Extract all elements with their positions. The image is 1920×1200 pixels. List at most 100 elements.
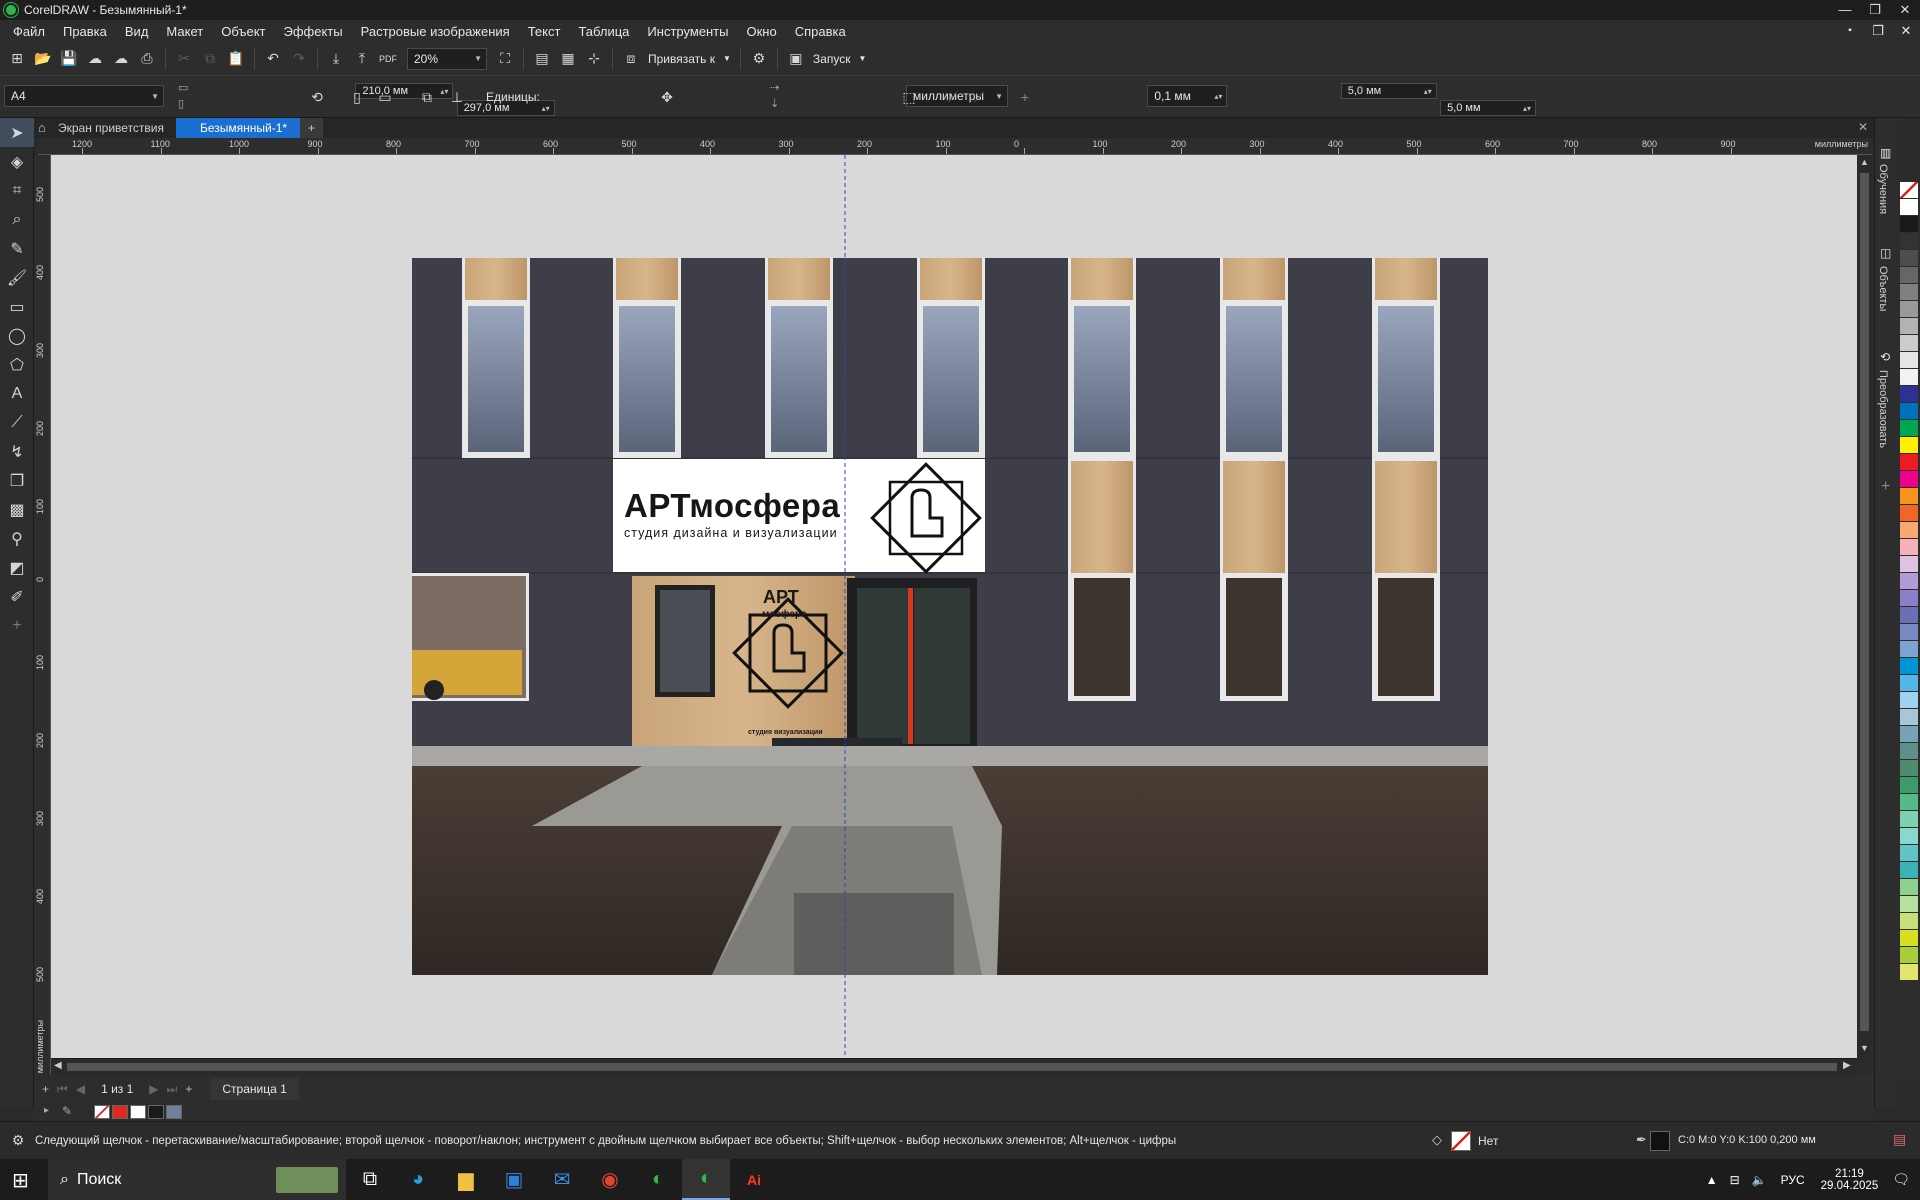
print-icon[interactable]: ⎙ [135,47,159,71]
ellipse-tool-icon[interactable]: ◯ [0,321,34,350]
transparency-tool-icon[interactable]: ▩ [0,495,34,524]
export-icon[interactable]: ⤒ [350,47,374,71]
palette-swatch[interactable] [1900,471,1918,487]
add-icon[interactable]: + [1013,85,1037,109]
menu-window[interactable]: Окно [737,24,785,39]
snap-to-dropdown[interactable]: Привязать к [644,52,719,66]
add-tool-icon[interactable]: + [0,611,34,640]
menu-tools[interactable]: Инструменты [638,24,737,39]
palette-swatch[interactable] [1900,794,1918,810]
palette-swatch[interactable] [1900,964,1918,980]
next-page-icon[interactable]: ▶ [145,1082,162,1096]
palette-swatch-none[interactable] [1900,182,1918,198]
palette-swatch[interactable] [1900,590,1918,606]
duplicate-y-input[interactable]: 5,0 мм ▴▾ [1440,100,1537,116]
add-docker-icon[interactable]: + [1881,478,1890,496]
palette-swatch[interactable] [1900,760,1918,776]
mail-icon[interactable]: ✉ [538,1159,586,1200]
palette-swatch[interactable] [1900,420,1918,436]
palette-swatch[interactable] [1900,437,1918,453]
rectangle-tool-icon[interactable]: ▭ [0,292,34,321]
page-tab-1[interactable]: Страница 1 [210,1078,299,1100]
menu-help[interactable]: Справка [786,24,855,39]
palette-swatch[interactable] [1900,930,1918,946]
vertical-scrollbar[interactable]: ▲ ▼ [1857,155,1872,1058]
taskbar-search[interactable]: ⌕ Поиск [48,1159,346,1200]
transform-docker-icon[interactable]: ⟲ [1880,350,1890,364]
coreldraw-active-taskbar-icon[interactable]: ◐ [682,1159,730,1200]
palette-swatch[interactable] [1900,573,1918,589]
undo-icon[interactable]: ↶ [261,47,285,71]
last-page-icon[interactable]: ⏭ [163,1082,182,1097]
palette-swatch[interactable] [1900,352,1918,368]
close-docker-icon[interactable]: ✕ [1858,120,1868,134]
polygon-tool-icon[interactable]: ⬠ [0,350,34,379]
palette-swatch[interactable] [1900,369,1918,385]
palette-swatch[interactable] [1900,709,1918,725]
pick-tool-icon[interactable]: ➤ [0,118,34,147]
tab-untitled-document[interactable]: Безымянный-1* [176,118,301,138]
language-indicator[interactable]: РУС [1781,1173,1805,1187]
vertical-ruler[interactable]: 500 400 300 200 100 0 100 200 300 400 500 миллиметр… [34,155,51,1075]
tab-welcome-screen[interactable]: ⌂ Экран приветствия [34,118,176,138]
notifications-icon[interactable]: 🗨 [1892,1171,1910,1188]
crop-tool-icon[interactable]: ⌗ [0,176,34,205]
palette-eyedropper-icon[interactable]: ✎ [62,1104,72,1118]
store-icon[interactable]: ▣ [490,1159,538,1200]
page-size-select[interactable]: A4 ▼ [4,85,164,107]
horizontal-scrollbar[interactable]: ◀ ▶ [51,1058,1857,1075]
palette-swatch[interactable] [1900,556,1918,572]
palette-swatch[interactable] [1900,624,1918,640]
artistic-media-icon[interactable]: 🖌 [0,263,34,292]
menu-edit[interactable]: Правка [54,24,116,39]
zoom-level-select[interactable]: 20% ▼ [407,47,487,70]
palette-swatch[interactable] [1900,199,1918,215]
interactive-fill-icon[interactable]: ◩ [0,553,34,582]
palette-swatch[interactable] [1900,233,1918,249]
file-explorer-icon[interactable]: ▆ [442,1159,490,1200]
landscape-icon[interactable]: ▭ [373,85,397,109]
horizontal-ruler[interactable]: 1200 1100 1000 900 800 700 600 500 400 300 200 100 0… [38,138,1872,155]
task-view-icon[interactable]: ⧉ [346,1159,394,1200]
show-grid-icon[interactable]: ▦ [556,47,580,71]
palette-expand-icon[interactable]: ▸ [44,1105,49,1116]
open-icon[interactable]: 📂 [31,47,55,71]
menu-bitmaps[interactable]: Растровые изображения [352,24,519,39]
menu-effects[interactable]: Эффекты [275,24,352,39]
swatch-none[interactable] [94,1105,110,1119]
palette-swatch[interactable] [1900,828,1918,844]
clock-date[interactable]: 29.04.2025 [1821,1180,1879,1192]
drop-shadow-tool-icon[interactable]: ❒ [0,466,34,495]
palette-swatch[interactable] [1900,947,1918,963]
snap-icon[interactable]: ⧈ [619,47,643,71]
bleed-icon[interactable]: ⊥ [445,85,469,109]
windows-start-icon[interactable]: ⊞ [12,1168,29,1193]
docker-tab-transform[interactable]: Преобразовать [1877,370,1889,448]
portrait-icon[interactable]: ▯ [345,85,369,109]
prev-page-icon[interactable]: ◀ [72,1082,89,1096]
duplicate-x-input[interactable]: 5,0 мм ▴▾ [1340,83,1437,99]
swatch-red[interactable] [112,1105,128,1119]
cloud-download-icon[interactable]: ☁ [109,47,133,71]
drawing-canvas[interactable]: АРТмосфера студия дизайна и визуализации… [51,155,1857,1058]
maximize-button[interactable]: ❐ [1860,0,1890,20]
docker-tab-learn[interactable]: Обучения [1877,164,1889,214]
paste-icon[interactable]: 📋 [224,47,248,71]
palette-swatch[interactable] [1900,896,1918,912]
minimize-button[interactable]: — [1830,0,1860,20]
nudge-distance-input[interactable]: 0,1 мм ▴▾ [1147,85,1228,107]
first-page-icon[interactable]: ⏮ [53,1082,72,1097]
status-settings-icon[interactable]: ⚙ [6,1129,30,1153]
full-screen-icon[interactable]: ⛶ [493,47,517,71]
new-tab-button[interactable]: + [300,118,324,138]
treat-as-filled-icon[interactable]: ⬚ [897,85,921,109]
close-button[interactable]: ✕ [1890,0,1920,20]
connector-tool-icon[interactable]: ↯ [0,437,34,466]
eyedropper-tool-icon[interactable]: ⚲ [0,524,34,553]
apply-all-pages-icon[interactable]: ⟲ [305,85,329,109]
clock-time[interactable]: 21:19 [1835,1168,1864,1180]
menu-layout[interactable]: Макет [157,24,212,39]
doc-close-icon[interactable]: ✕ [1892,20,1920,42]
palette-swatch[interactable] [1900,335,1918,351]
smart-fill-icon[interactable]: ✐ [0,582,34,611]
